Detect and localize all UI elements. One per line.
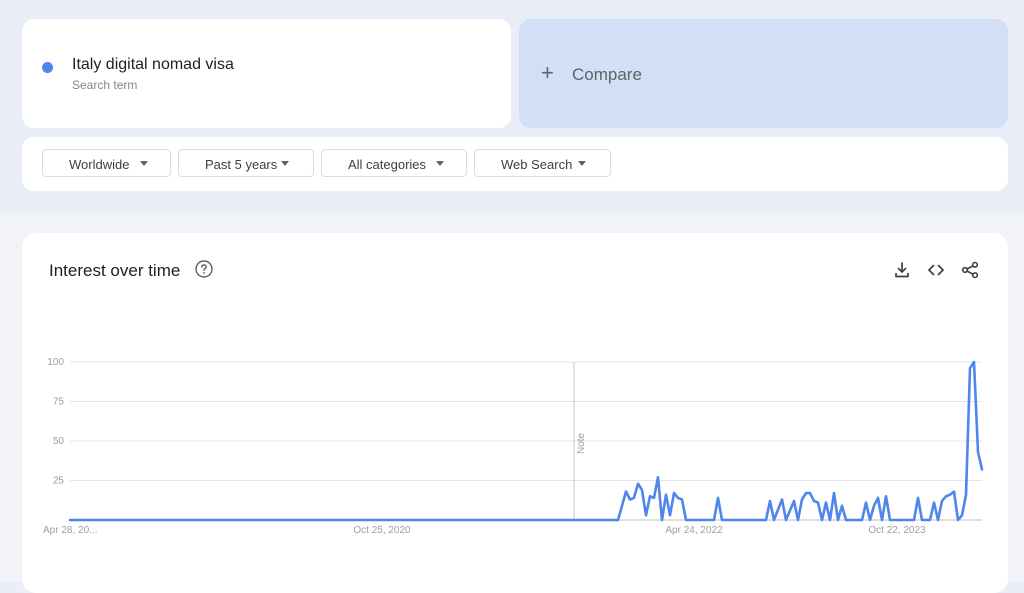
search-term-subtitle: Search term xyxy=(72,78,138,92)
search-term-card[interactable]: Italy digital nomad visa Search term xyxy=(22,19,511,128)
x-tick-label: Apr 24, 2022 xyxy=(665,525,723,536)
compare-button[interactable]: + Compare xyxy=(519,19,1008,128)
x-tick-label: Apr 28, 20... xyxy=(43,525,97,536)
time-range-dropdown[interactable]: Past 5 years xyxy=(178,149,314,177)
time-range-label: Past 5 years xyxy=(205,157,278,172)
category-label: All categories xyxy=(348,157,427,172)
search-term-name[interactable]: Italy digital nomad visa xyxy=(72,56,234,74)
search-type-label: Web Search xyxy=(501,157,573,172)
x-tick-label: Oct 25, 2020 xyxy=(353,525,411,536)
compare-label: Compare xyxy=(572,65,642,84)
y-tick-label: 50 xyxy=(53,436,65,447)
region-label: Worldwide xyxy=(69,157,130,172)
note-annotation: Note xyxy=(576,432,587,454)
interest-over-time-panel: Interest over time 25 50 75 100 Apr 28, 20..… xyxy=(22,233,1008,593)
category-dropdown[interactable]: All categories xyxy=(321,149,467,177)
y-tick-label: 100 xyxy=(47,357,64,368)
caret-down-icon xyxy=(140,161,148,166)
plus-icon: + xyxy=(541,60,554,85)
caret-down-icon xyxy=(281,161,289,166)
x-tick-label: Oct 22, 2023 xyxy=(868,525,926,536)
y-tick-label: 25 xyxy=(53,476,65,487)
caret-down-icon xyxy=(436,161,444,166)
y-tick-label: 75 xyxy=(53,397,65,408)
interest-line-chart: 25 50 75 100 Apr 28, 20... Oct 25, 2020 Apr 24… xyxy=(43,357,984,536)
caret-down-icon xyxy=(578,161,586,166)
region-dropdown[interactable]: Worldwide xyxy=(42,149,171,177)
search-type-dropdown[interactable]: Web Search xyxy=(474,149,611,177)
filters-bar: Worldwide Past 5 years All categories We… xyxy=(22,137,1008,191)
search-term-color-dot xyxy=(42,62,53,73)
